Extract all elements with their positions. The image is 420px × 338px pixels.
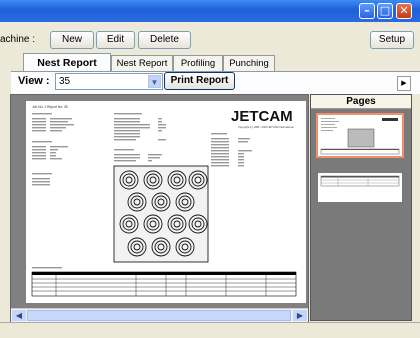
minimize-button[interactable]: – xyxy=(359,3,375,19)
page-thumbnail-1-graphic xyxy=(320,118,400,155)
status-bar xyxy=(0,322,420,338)
maximize-icon: □ xyxy=(379,4,391,17)
maximize-button[interactable]: □ xyxy=(377,3,393,19)
chevron-left-icon[interactable]: ◀ xyxy=(12,310,26,321)
report-page: Job No: 1 Report No: 35 JETCAM Copyright… xyxy=(26,101,306,303)
print-report-button[interactable]: Print Report xyxy=(164,72,235,90)
page-thumbnail-1[interactable] xyxy=(316,113,404,158)
delete-button[interactable]: Delete xyxy=(138,31,191,49)
report-header-line: Job No: 1 Report No: 35 xyxy=(32,105,68,109)
pages-panel-title: Pages xyxy=(311,95,411,109)
edit-button[interactable]: Edit xyxy=(96,31,135,49)
view-value: 35 xyxy=(59,76,71,87)
left-info-block xyxy=(32,113,74,186)
jetcam-logo-text: JETCAM xyxy=(231,108,293,125)
page-thumbnail-2[interactable] xyxy=(318,173,402,202)
toolbar: achine : New Edit Delete Setup xyxy=(0,25,420,49)
view-label: View : xyxy=(18,75,50,87)
page-thumbnail-2-graphic xyxy=(320,175,400,187)
chevron-down-icon[interactable]: ▼ xyxy=(148,75,161,88)
tab-nest-report-wide[interactable]: Nest Report (Wide) xyxy=(23,53,111,87)
middle-info-block xyxy=(114,113,166,162)
title-bar[interactable]: – □ ✕ xyxy=(0,0,420,22)
setup-button[interactable]: Setup xyxy=(370,31,414,49)
tab-profiling[interactable]: Profiling xyxy=(173,55,223,71)
right-info-block xyxy=(211,133,252,167)
nest-drawing xyxy=(113,165,209,263)
close-icon: ✕ xyxy=(399,4,409,17)
close-button[interactable]: ✕ xyxy=(396,3,412,19)
report-preview[interactable]: Job No: 1 Report No: 35 JETCAM Copyright… xyxy=(10,94,309,322)
tab-scroll-right-button[interactable]: ▶ xyxy=(397,76,411,91)
horizontal-scrollbar[interactable]: ◀ ▶ xyxy=(11,308,308,322)
summary-table xyxy=(31,267,297,297)
report-page-graphic: Job No: 1 Report No: 35 JETCAM Copyright… xyxy=(31,105,297,297)
copyright-text: Copyright (c) 1986 - 2006 JETCAM Interna… xyxy=(238,125,294,129)
new-button[interactable]: New xyxy=(50,31,94,49)
tab-punching[interactable]: Punching xyxy=(223,55,275,71)
tab-nest-report[interactable]: Nest Report xyxy=(111,55,173,71)
pages-panel: Pages xyxy=(310,94,412,321)
report-tabs: Nest Report (Wide) Nest Report Profiling… xyxy=(0,52,420,87)
view-select[interactable]: 35 ▼ xyxy=(55,73,163,90)
scrollbar-thumb[interactable] xyxy=(27,310,291,321)
minimize-icon: – xyxy=(364,4,370,17)
application-window: – □ ✕ achine : New Edit Delete Setup Nes… xyxy=(0,0,420,338)
chevron-right-icon[interactable]: ▶ xyxy=(293,310,307,321)
machine-label: achine : xyxy=(0,34,36,45)
